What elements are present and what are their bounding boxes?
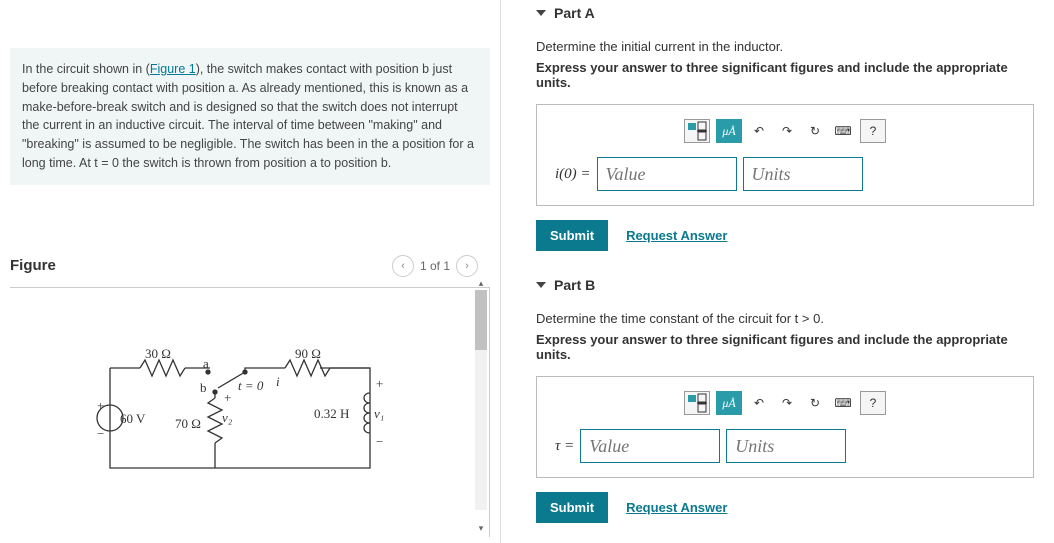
reset-button[interactable]: ↻ (804, 391, 826, 415)
scroll-down-icon[interactable]: ▾ (475, 523, 487, 535)
part-a-title: Part A (554, 5, 595, 21)
caret-down-icon (536, 282, 546, 288)
part-a: Part A Determine the initial current in … (536, 5, 1034, 251)
label-vsrc: 60 V (120, 411, 145, 427)
undo-button[interactable]: ↶ (748, 391, 770, 415)
figure-link[interactable]: Figure 1 (150, 62, 196, 76)
label-src-minus: − (97, 426, 104, 442)
keyboard-button[interactable]: ⌨ (832, 391, 854, 415)
part-a-value-input[interactable] (597, 157, 737, 191)
part-b-value-input[interactable] (580, 429, 720, 463)
label-v1-plus: + (376, 376, 383, 392)
label-inductor: 0.32 H (314, 406, 349, 422)
circuit-diagram: 30 Ω 90 Ω 70 Ω 60 V 0.32 H a b t = 0 i v… (90, 348, 410, 488)
figure-canvas: ▴ ▾ (10, 287, 490, 537)
part-b-header[interactable]: Part B (536, 277, 1034, 293)
part-b-instruction: Express your answer to three significant… (536, 332, 1034, 362)
units-button[interactable]: μÅ (716, 391, 742, 415)
part-b-question: Determine the time constant of the circu… (536, 311, 1034, 326)
label-src-plus: + (97, 398, 104, 414)
templates-button[interactable] (684, 119, 710, 143)
part-a-instruction: Express your answer to three significant… (536, 60, 1034, 90)
templates-button[interactable] (684, 391, 710, 415)
part-b-request-answer-link[interactable]: Request Answer (626, 500, 727, 515)
label-b: b (200, 380, 207, 396)
problem-statement: In the circuit shown in (Figure 1), the … (10, 48, 490, 185)
reset-button[interactable]: ↻ (804, 119, 826, 143)
part-a-submit-button[interactable]: Submit (536, 220, 608, 251)
part-a-units-input[interactable] (743, 157, 863, 191)
problem-suffix: ), the switch makes contact with positio… (22, 62, 474, 170)
part-a-answer-box: μÅ ↶ ↷ ↻ ⌨ ? i(0) = (536, 104, 1034, 206)
label-r2: 90 Ω (295, 346, 321, 362)
part-b-answer-box: μÅ ↶ ↷ ↻ ⌨ ? τ = (536, 376, 1034, 478)
help-button[interactable]: ? (860, 119, 886, 143)
part-b-submit-button[interactable]: Submit (536, 492, 608, 523)
redo-button[interactable]: ↷ (776, 119, 798, 143)
part-a-lhs: i(0) = (555, 166, 591, 183)
label-v1: v₁ (374, 406, 384, 422)
help-button[interactable]: ? (860, 391, 886, 415)
scroll-up-icon[interactable]: ▴ (475, 278, 487, 290)
undo-button[interactable]: ↶ (748, 119, 770, 143)
units-button[interactable]: μÅ (716, 119, 742, 143)
figure-title: Figure (10, 257, 56, 274)
label-a: a (203, 356, 209, 372)
part-a-header[interactable]: Part A (536, 5, 1034, 21)
label-t0: t = 0 (238, 378, 263, 394)
pager-text: 1 of 1 (420, 259, 450, 273)
pager-prev-button[interactable]: ‹ (392, 255, 414, 277)
label-v2-plus: + (224, 390, 231, 406)
label-v2: v₂ (222, 410, 232, 426)
label-v1-minus: − (376, 434, 383, 450)
pager-next-button[interactable]: › (456, 255, 478, 277)
part-b-lhs: τ = (555, 438, 574, 455)
part-b-units-input[interactable] (726, 429, 846, 463)
part-b: Part B Determine the time constant of th… (536, 277, 1034, 523)
figure-pager: ‹ 1 of 1 › (392, 255, 478, 277)
label-r1: 30 Ω (145, 346, 171, 362)
label-r3: 70 Ω (175, 416, 201, 432)
keyboard-button[interactable]: ⌨ (832, 119, 854, 143)
scrollbar-thumb[interactable] (475, 290, 487, 350)
caret-down-icon (536, 10, 546, 16)
part-a-question: Determine the initial current in the ind… (536, 39, 1034, 54)
label-i: i (276, 374, 280, 390)
redo-button[interactable]: ↷ (776, 391, 798, 415)
part-a-request-answer-link[interactable]: Request Answer (626, 228, 727, 243)
problem-prefix: In the circuit shown in ( (22, 62, 150, 76)
part-b-title: Part B (554, 277, 595, 293)
